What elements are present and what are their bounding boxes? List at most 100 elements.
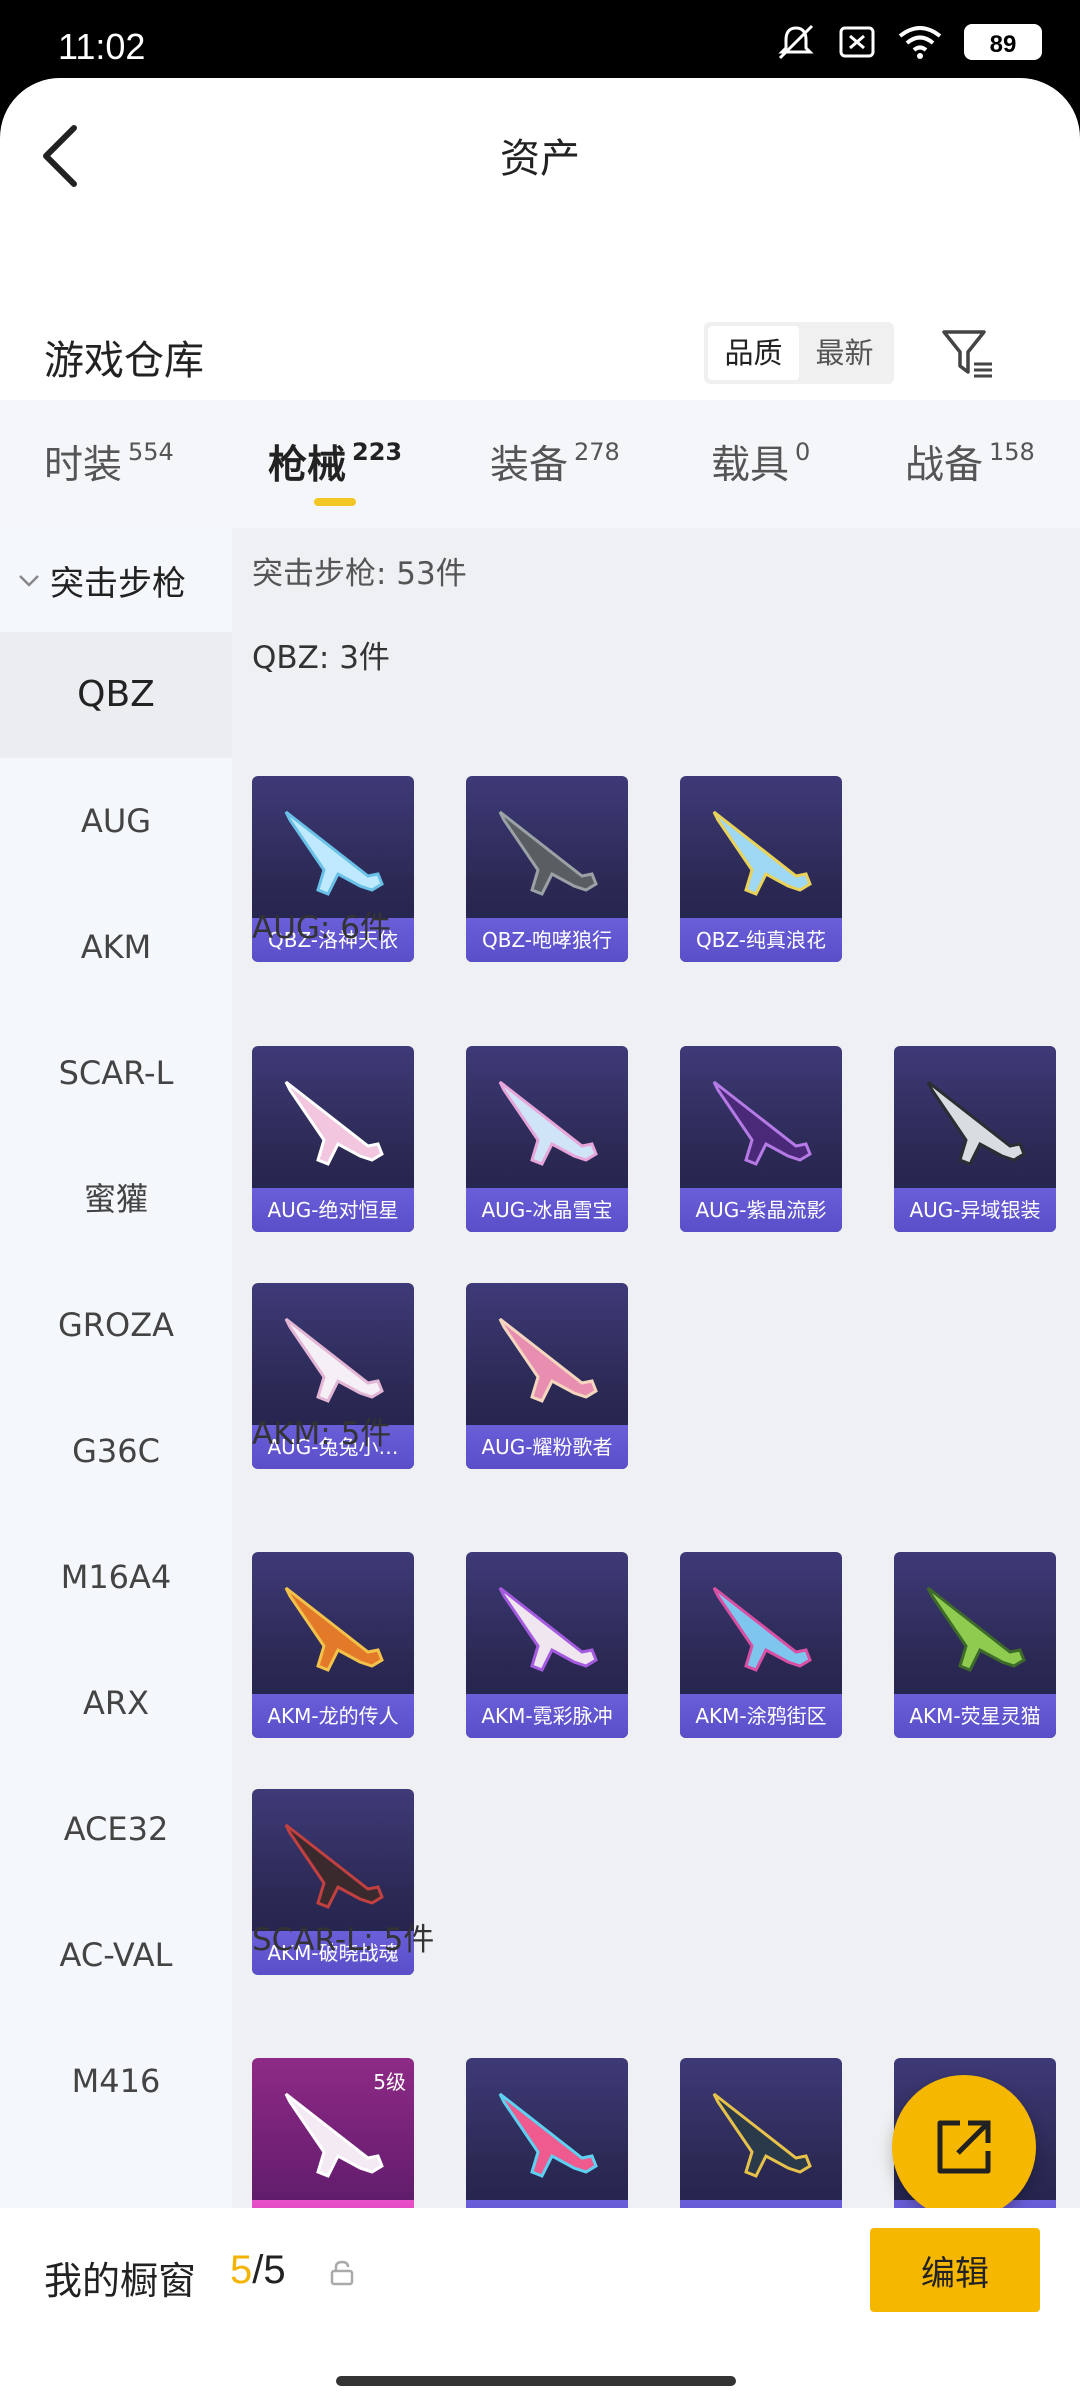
rifle-icon (498, 1080, 598, 1166)
sidebar-item-groza[interactable]: GROZA (0, 1262, 232, 1388)
tab-equipment[interactable]: 装备 278 (490, 434, 620, 490)
sidebar-item-ac-val[interactable]: AC-VAL (0, 1892, 232, 2018)
filter-icon[interactable] (940, 326, 996, 382)
rifle-icon (498, 2092, 598, 2178)
status-time: 11:02 (58, 26, 146, 67)
skin-card[interactable]: AUG-冰晶雪宝 (466, 1046, 628, 1232)
skin-card[interactable]: AUG-紫晶流影 (680, 1046, 842, 1232)
skin-name: QBZ-咆哮狼行 (466, 918, 628, 962)
active-tab-indicator (314, 498, 356, 506)
showcase-bar: 我的橱窗 5/5 编辑 (0, 2208, 1080, 2400)
rifle-icon (498, 1586, 598, 1672)
sidebar-item-akm[interactable]: AKM (0, 884, 232, 1010)
sidebar-item-m416[interactable]: M416 (0, 2018, 232, 2144)
category-header[interactable]: 突击步枪 (18, 556, 186, 605)
wifi-icon (898, 26, 942, 59)
battery-level: 89 (989, 31, 1017, 58)
skin-card[interactable]: QBZ-咆哮狼行 (466, 776, 628, 962)
sidebar-item-aug[interactable]: AUG (0, 758, 232, 884)
skin-name: AKM-荧星灵猫 (894, 1694, 1056, 1738)
weapon-sidebar: 突击步枪 QBZ AUG AKM SCAR-L 蜜獾 GROZA G36C M1… (0, 528, 232, 2208)
tab-fashion[interactable]: 时装 554 (44, 434, 174, 490)
sidebar-item-m16a4[interactable]: M16A4 (0, 1514, 232, 1640)
sidebar-item-ace32[interactable]: ACE32 (0, 1766, 232, 1892)
top-bar: 资产 (0, 78, 1080, 228)
tab-count: 554 (128, 438, 174, 466)
tab-label: 枪械 (268, 443, 347, 488)
sort-quality-button[interactable]: 品质 (708, 326, 799, 380)
chevron-down-icon (19, 574, 39, 587)
sidebar-item-g36c[interactable]: G36C (0, 1388, 232, 1514)
sidebar-item-honey-badger[interactable]: 蜜獾 (0, 1136, 232, 1262)
tab-count: 0 (795, 438, 811, 466)
sidebar-item-qbz[interactable]: QBZ (0, 632, 232, 758)
lock-icon (330, 2260, 354, 2286)
skin-name: AUG-异域银装 (894, 1188, 1056, 1232)
showcase-total: /5 (252, 2248, 286, 2292)
sort-toggle: 品质 最新 (704, 322, 894, 384)
showcase-count: 5/5 (230, 2248, 286, 2293)
edit-button[interactable]: 编辑 (870, 2228, 1040, 2312)
skin-name: AKM-涂鸦街区 (680, 1694, 842, 1738)
rifle-icon (712, 810, 812, 896)
home-indicator[interactable] (336, 2376, 736, 2386)
skin-card[interactable]: AKM-荧星灵猫 (894, 1552, 1056, 1738)
rifle-icon (498, 810, 598, 896)
rifle-icon (926, 1080, 1026, 1166)
skin-card[interactable]: AUG-绝对恒星 (252, 1046, 414, 1232)
skin-card[interactable]: AKM-涂鸦街区 (680, 1552, 842, 1738)
tab-vehicles[interactable]: 载具 0 (711, 434, 810, 490)
showcase-current: 5 (230, 2248, 253, 2292)
rifle-icon (284, 1317, 384, 1403)
skin-card[interactable]: AKM-霓彩脉冲 (466, 1552, 628, 1738)
section-title-scar-l: SCAR-L: 5件 (252, 1922, 435, 1958)
skin-card[interactable]: QBZ-纯真浪花 (680, 776, 842, 962)
rifle-icon (498, 1317, 598, 1403)
tab-count: 158 (989, 438, 1035, 466)
showcase-label: 我的橱窗 (44, 2259, 197, 2303)
category-label: 突击步枪 (50, 564, 186, 604)
skin-card[interactable]: AUG-耀粉歌者 (466, 1283, 628, 1469)
tab-label: 装备 (490, 443, 569, 488)
rifle-icon (712, 1586, 812, 1672)
skin-name: AUG-绝对恒星 (252, 1188, 414, 1232)
level-badge: 5级 (373, 2070, 406, 2094)
section-title-aug: AUG: 6件 (252, 910, 391, 946)
rifle-icon (284, 1080, 384, 1166)
section-title-akm: AKM: 5件 (252, 1416, 392, 1452)
category-summary: 突击步枪: 53件 (252, 556, 467, 592)
tab-count: 278 (574, 438, 620, 466)
rifle-icon (284, 1823, 384, 1909)
external-link-icon (937, 2120, 991, 2174)
warehouse-title: 游戏仓库 (44, 338, 204, 384)
share-fab-button[interactable] (892, 2075, 1036, 2219)
section-title-qbz: QBZ: 3件 (252, 640, 390, 676)
tab-guns[interactable]: 枪械 223 (268, 434, 402, 490)
skin-name: AKM-龙的传人 (252, 1694, 414, 1738)
skin-name: AUG-冰晶雪宝 (466, 1188, 628, 1232)
skin-name: AKM-霓彩脉冲 (466, 1694, 628, 1738)
skin-name: QBZ-纯真浪花 (680, 918, 842, 962)
rifle-icon (712, 2092, 812, 2178)
skin-card[interactable]: AKM-龙的传人 (252, 1552, 414, 1738)
status-bar: 11:02 89 (0, 0, 1080, 78)
warehouse-row: 游戏仓库 品质 最新 (0, 298, 1080, 398)
page-title: 资产 (500, 136, 580, 182)
weapon-grid: 突击步枪: 53件 QBZ: 3件 QBZ-洛神天依 QBZ-咆哮狼行 QBZ-… (232, 528, 1080, 2244)
skin-name: AUG-耀粉歌者 (466, 1425, 628, 1469)
battery-indicator: 89 (964, 24, 1042, 60)
skin-card[interactable]: AUG-异域银装 (894, 1046, 1056, 1232)
tab-supplies[interactable]: 战备 158 (905, 434, 1035, 490)
assets-page: 资产 游戏仓库 品质 最新 时装 554 枪械 223 装备 278 载具 0 战备 15… (0, 78, 1080, 2400)
status-icons: 89 (776, 24, 1042, 60)
sidebar-item-scar-l[interactable]: SCAR-L (0, 1010, 232, 1136)
tab-count: 223 (352, 438, 403, 466)
tab-label: 载具 (711, 443, 790, 488)
mute-icon (778, 24, 814, 60)
sort-latest-button[interactable]: 最新 (799, 326, 890, 380)
rifle-icon (284, 810, 384, 896)
sidebar-item-arx[interactable]: ARX (0, 1640, 232, 1766)
skin-name: AUG-紫晶流影 (680, 1188, 842, 1232)
rifle-icon (284, 1586, 384, 1672)
rifle-icon (926, 1586, 1026, 1672)
